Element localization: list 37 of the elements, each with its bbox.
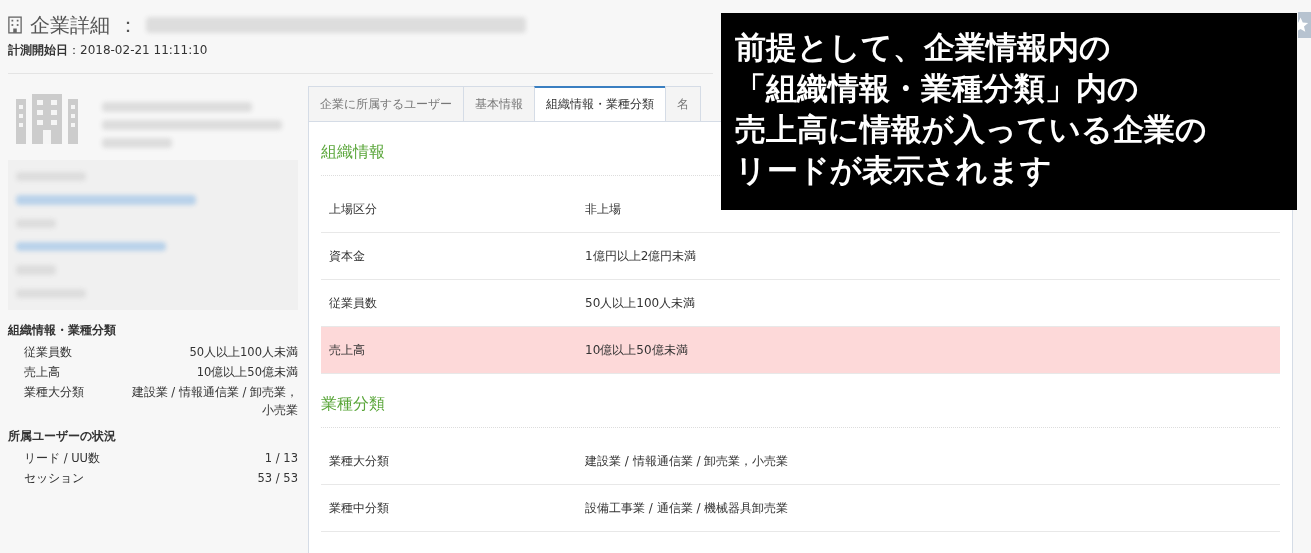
building-icon <box>8 15 22 35</box>
redacted-text <box>102 138 172 148</box>
building-icon <box>16 94 78 144</box>
sidebar-label: セッション <box>24 470 84 487</box>
tab[interactable]: 企業に所属するユーザー <box>308 86 464 121</box>
section-heading: 業種分類 <box>321 374 1280 428</box>
start-date-label: 計測開始日 <box>8 43 68 57</box>
start-date-value: ：2018-02-21 11:11:10 <box>68 43 208 57</box>
sidebar-value: 50人以上100人未満 <box>189 344 298 361</box>
sidebar-label: リード / UU数 <box>24 450 101 467</box>
sidebar-section-title: 所属ユーザーの状況 <box>8 428 117 445</box>
page-title: 企業詳細 <box>30 11 110 39</box>
table-cell: 1億円以上2億円未満 <box>585 247 697 265</box>
sidebar-value: 建設業 / 情報通信業 / 卸売業，小売業 <box>130 384 298 419</box>
sidebar-label: 従業員数 <box>24 344 72 361</box>
sidebar-value: 10億以上50億未満 <box>196 364 298 381</box>
sidebar-label: 業種大分類 <box>24 384 84 401</box>
table-cell: 非上場 <box>585 200 621 218</box>
sidebar-value: 53 / 53 <box>257 470 298 487</box>
table-cell-text: 業種大分類 <box>328 452 390 470</box>
tab[interactable]: 組織情報・業種分類 <box>534 86 666 121</box>
tab[interactable]: 名 <box>665 86 701 121</box>
sidebar-label: 売上高 <box>24 364 60 381</box>
table-cell: 50人以上100人未満 <box>585 294 696 312</box>
table-cell: 建設業 / 情報通信業 / 卸売業，小売業 <box>585 452 789 470</box>
table-cell-text: 上場区分 <box>328 200 378 218</box>
sidebar-value: 1 / 13 <box>264 450 298 467</box>
sidebar-section-title: 組織情報・業種分類 <box>8 322 117 339</box>
table-cell: 設備工事業 / 通信業 / 機械器具卸売業 <box>585 499 789 517</box>
title-separator: ： <box>118 11 138 39</box>
annotation-callout: 前提として、企業情報内の 「組織情報・業種分類」内の 売上高に情報が入っている企業の リードが表示されます <box>721 13 1297 210</box>
star-button[interactable] <box>1298 12 1311 38</box>
table-cell-text: 業種中分類 <box>328 499 390 517</box>
table-cell-text: 資本金 <box>328 247 366 265</box>
table-cell-text: 売上高 <box>328 341 366 359</box>
table-cell: 10億以上50億未満 <box>585 341 688 359</box>
table-cell-text: 従業員数 <box>328 294 378 312</box>
